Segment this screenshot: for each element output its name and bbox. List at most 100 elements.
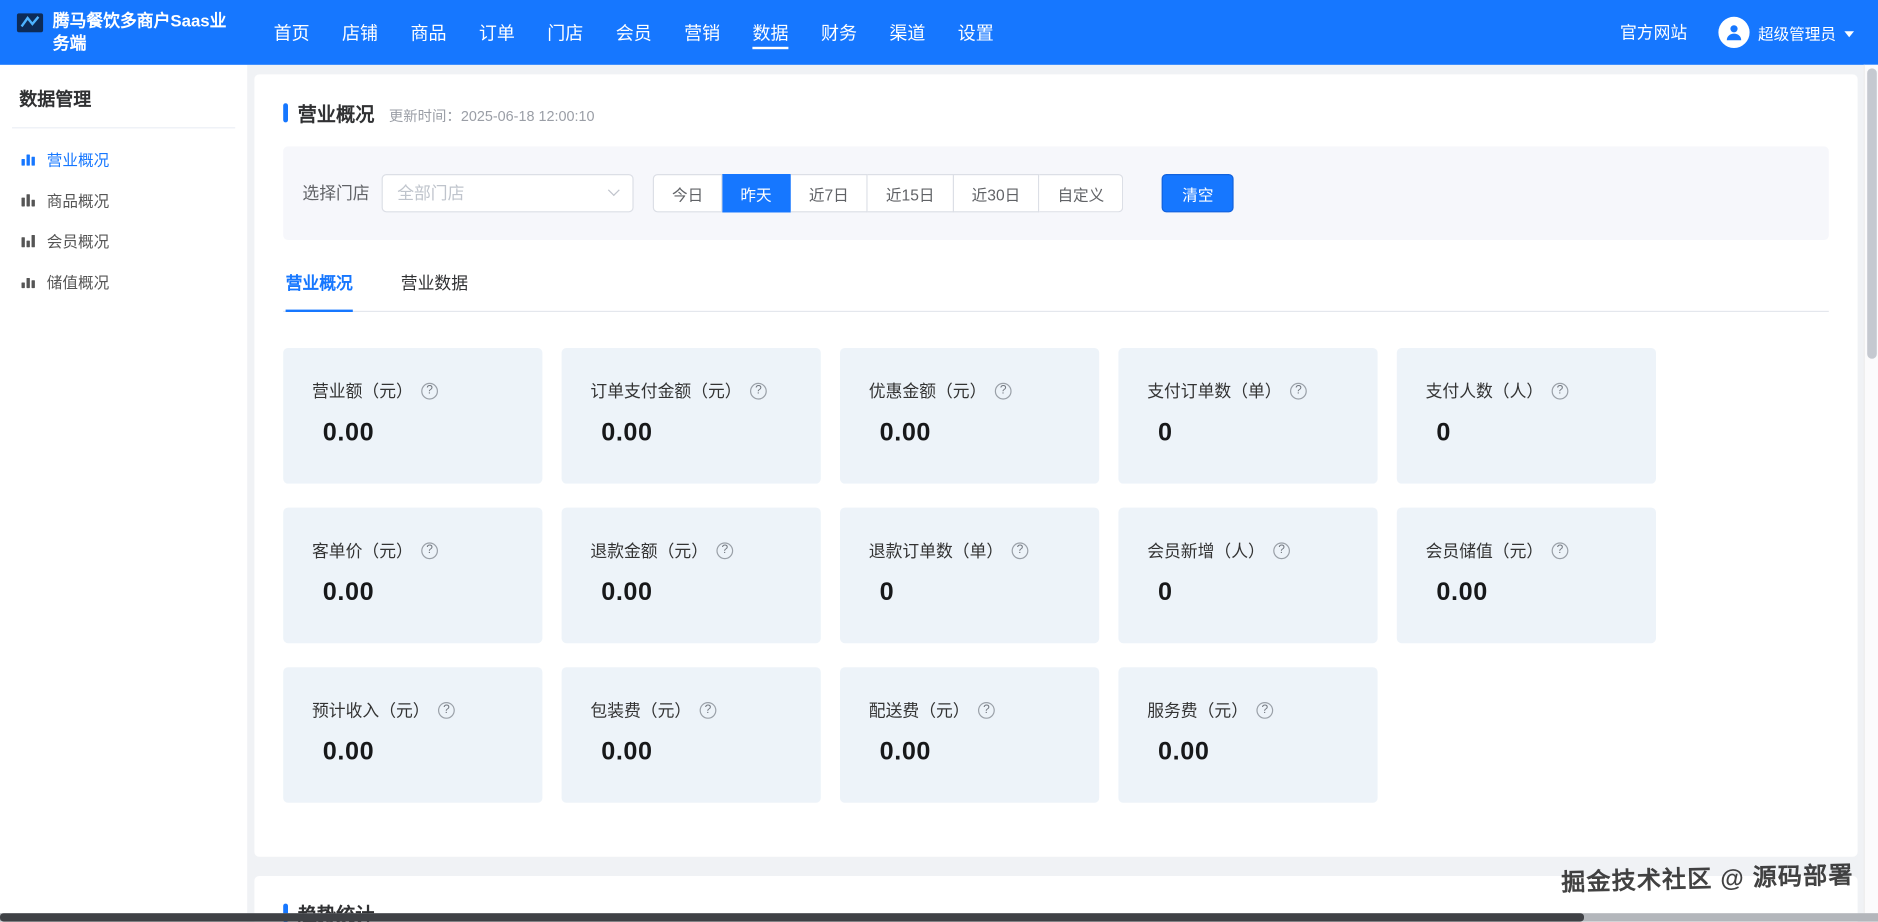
stat-label: 预计收入（元）	[312, 698, 430, 722]
help-icon[interactable]: ?	[1273, 542, 1290, 559]
sidebar: 数据管理 营业概况 商品概况 会员概况 储值概况	[0, 65, 247, 922]
stat-value: 0.00	[323, 419, 526, 448]
stat-card: 支付订单数（单）? 0	[1118, 348, 1377, 484]
stat-value: 0	[1158, 419, 1361, 448]
help-icon[interactable]: ?	[978, 702, 995, 719]
bar-chart-icon	[20, 273, 36, 289]
nav-item-finance[interactable]: 财务	[821, 0, 857, 65]
stat-label: 包装费（元）	[590, 698, 691, 722]
nav-item-settings[interactable]: 设置	[958, 0, 994, 65]
horizontal-scrollbar[interactable]	[0, 914, 1878, 922]
help-icon[interactable]: ?	[421, 383, 438, 400]
stat-value: 0	[880, 578, 1083, 607]
nav-item-data[interactable]: 数据	[753, 0, 789, 65]
stat-label: 营业额（元）	[312, 379, 413, 403]
vertical-scrollbar[interactable]	[1864, 65, 1878, 914]
main-nav: 首页 店铺 商品 订单 门店 会员 营销 数据 财务 渠道 设置	[274, 0, 994, 65]
stat-card: 会员新增（人）? 0	[1118, 508, 1377, 644]
sidebar-item-business-overview[interactable]: 营业概况	[0, 138, 247, 179]
nav-item-home[interactable]: 首页	[274, 0, 310, 65]
stat-label: 支付人数（人）	[1426, 379, 1544, 403]
official-site-link[interactable]: 官方网站	[1620, 20, 1687, 44]
navbar-right: 官方网站 超级管理员	[1620, 17, 1854, 48]
nav-item-order[interactable]: 订单	[479, 0, 515, 65]
help-icon[interactable]: ?	[421, 542, 438, 559]
help-icon[interactable]: ?	[700, 702, 717, 719]
stat-label: 客单价（元）	[312, 539, 413, 563]
brand[interactable]: 腾马餐饮多商户Saas业务端	[17, 10, 243, 55]
stat-label: 退款订单数（单）	[869, 539, 1003, 563]
help-icon[interactable]: ?	[750, 383, 767, 400]
help-icon[interactable]: ?	[438, 702, 455, 719]
stat-card: 配送费（元）? 0.00	[840, 667, 1099, 803]
store-select-input[interactable]	[382, 174, 634, 212]
nav-item-member[interactable]: 会员	[616, 0, 652, 65]
date-btn-yesterday[interactable]: 昨天	[722, 174, 790, 212]
date-btn-custom[interactable]: 自定义	[1039, 174, 1123, 212]
stat-value: 0.00	[1436, 578, 1639, 607]
help-icon[interactable]: ?	[1012, 542, 1029, 559]
nav-item-store[interactable]: 门店	[547, 0, 583, 65]
section-header: 营业概况 更新时间：2025-06-18 12:00:10	[283, 98, 1829, 127]
nav-item-channel[interactable]: 渠道	[889, 0, 925, 65]
nav-item-product[interactable]: 商品	[410, 0, 446, 65]
help-icon[interactable]: ?	[1552, 542, 1569, 559]
app-viewport: 腾马餐饮多商户Saas业务端 首页 店铺 商品 订单 门店 会员 营销 数据 财…	[0, 0, 1878, 922]
stat-value: 0.00	[601, 738, 804, 767]
help-icon[interactable]: ?	[1290, 383, 1307, 400]
help-icon[interactable]: ?	[1256, 702, 1273, 719]
vertical-scrollbar-thumb[interactable]	[1867, 68, 1877, 358]
section-title: 营业概况	[298, 98, 375, 127]
nav-item-shop[interactable]: 店铺	[342, 0, 378, 65]
stats-grid: 营业额（元）? 0.00 订单支付金额（元）? 0.00 优惠金额（元）? 0.…	[283, 348, 1829, 803]
tab-business-data[interactable]: 营业数据	[401, 271, 468, 311]
business-overview-card: 营业概况 更新时间：2025-06-18 12:00:10 选择门店 今日 昨天…	[254, 74, 1857, 856]
stat-card: 包装费（元）? 0.00	[562, 667, 821, 803]
date-btn-15days[interactable]: 近15日	[868, 174, 954, 212]
stat-label: 支付订单数（单）	[1147, 379, 1281, 403]
clear-button[interactable]: 清空	[1162, 174, 1234, 212]
stat-value: 0.00	[601, 578, 804, 607]
tab-business-overview[interactable]: 营业概况	[286, 271, 353, 312]
stat-card: 客单价（元）? 0.00	[283, 508, 542, 644]
store-select[interactable]	[382, 174, 634, 212]
help-icon[interactable]: ?	[995, 383, 1012, 400]
date-btn-today[interactable]: 今日	[653, 174, 723, 212]
stat-value: 0.00	[323, 578, 526, 607]
date-range-group: 今日 昨天 近7日 近15日 近30日 自定义	[653, 174, 1124, 212]
stat-label: 配送费（元）	[869, 698, 970, 722]
stat-label: 会员储值（元）	[1426, 539, 1544, 563]
nav-item-marketing[interactable]: 营销	[684, 0, 720, 65]
bar-chart-icon	[20, 232, 36, 248]
date-btn-7days[interactable]: 近7日	[791, 174, 868, 212]
sidebar-item-stored-value-overview[interactable]: 储值概况	[0, 260, 247, 301]
user-menu[interactable]: 超级管理员	[1718, 17, 1854, 48]
help-icon[interactable]: ?	[716, 542, 733, 559]
top-navbar: 腾马餐饮多商户Saas业务端 首页 店铺 商品 订单 门店 会员 营销 数据 财…	[0, 0, 1878, 65]
brand-title: 腾马餐饮多商户Saas业务端	[53, 10, 240, 55]
stat-label: 优惠金额（元）	[869, 379, 987, 403]
avatar	[1718, 17, 1749, 48]
stat-label: 会员新增（人）	[1147, 539, 1265, 563]
stat-value: 0.00	[880, 419, 1083, 448]
help-icon[interactable]: ?	[1552, 383, 1569, 400]
chevron-down-icon	[1844, 31, 1854, 37]
stat-card: 优惠金额（元）? 0.00	[840, 348, 1099, 484]
stat-card: 预计收入（元）? 0.00	[283, 667, 542, 803]
user-name: 超级管理员	[1758, 21, 1836, 44]
store-select-label: 选择门店	[302, 181, 369, 205]
stat-value: 0.00	[323, 738, 526, 767]
stat-label: 订单支付金额（元）	[590, 379, 741, 403]
filter-panel: 选择门店 今日 昨天 近7日 近15日 近30日 自定义 清空	[283, 146, 1829, 240]
sidebar-item-product-overview[interactable]: 商品概况	[0, 179, 247, 220]
stat-card: 服务费（元）? 0.00	[1118, 667, 1377, 803]
stat-value: 0.00	[1158, 738, 1361, 767]
update-time: 更新时间：2025-06-18 12:00:10	[389, 106, 595, 126]
sidebar-item-member-overview[interactable]: 会员概况	[0, 220, 247, 261]
stat-card: 退款订单数（单）? 0	[840, 508, 1099, 644]
horizontal-scrollbar-thumb[interactable]	[0, 914, 1584, 922]
date-btn-30days[interactable]: 近30日	[954, 174, 1040, 212]
sidebar-item-label: 商品概况	[47, 188, 109, 211]
stat-value: 0	[1158, 578, 1361, 607]
section-accent-bar	[283, 103, 288, 122]
